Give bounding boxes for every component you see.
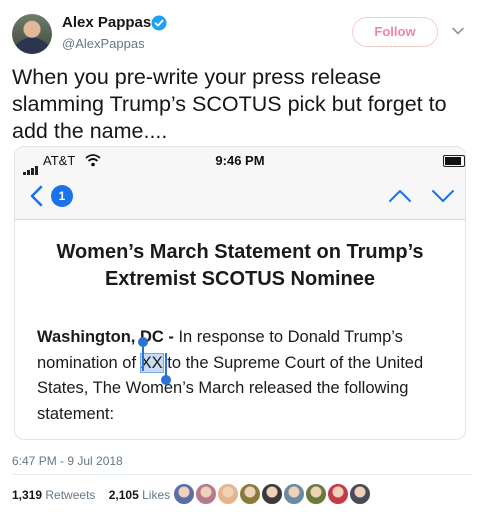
chevron-down-icon[interactable] bbox=[451, 24, 465, 38]
unread-count-badge[interactable]: 1 bbox=[51, 185, 73, 207]
chevron-up-icon[interactable] bbox=[388, 189, 412, 203]
tweet-text: When you pre-write your press release sl… bbox=[12, 65, 447, 143]
liker-avatar[interactable] bbox=[282, 482, 306, 506]
liker-avatar[interactable] bbox=[348, 482, 372, 506]
statement-body: Washington, DC - In response to Donald T… bbox=[37, 325, 457, 427]
battery-tip bbox=[465, 159, 466, 163]
liker-avatar[interactable] bbox=[326, 482, 350, 506]
follow-button[interactable]: Follow bbox=[352, 17, 438, 47]
body-line-2-start: nomination of bbox=[37, 353, 141, 372]
headline-line-2: Extremist SCOTUS Nominee bbox=[104, 268, 376, 290]
phone-clock: 9:46 PM bbox=[215, 153, 265, 168]
likes-label[interactable]: Likes bbox=[142, 488, 170, 502]
retweets-count[interactable]: 1,319 bbox=[12, 488, 42, 502]
liker-avatar[interactable] bbox=[194, 482, 218, 506]
liker-avatar[interactable] bbox=[216, 482, 240, 506]
chevron-down-icon[interactable] bbox=[431, 189, 455, 203]
mail-nav-bar: 1 bbox=[15, 175, 465, 220]
author-handle[interactable]: @AlexPappas bbox=[62, 36, 145, 51]
selection-handle-start-stem bbox=[142, 345, 144, 371]
liker-avatar[interactable] bbox=[238, 482, 262, 506]
body-line-4: statement: bbox=[37, 404, 115, 423]
verified-badge-icon bbox=[151, 15, 167, 31]
phone-status-bar: AT&T 9:46 PM bbox=[15, 147, 465, 175]
headline-line-1: Women’s March Statement on Trump’s bbox=[56, 241, 424, 263]
statement-headline: Women’s March Statement on Trump’s Extre… bbox=[15, 239, 465, 293]
liker-avatar[interactable] bbox=[304, 482, 328, 506]
divider bbox=[12, 474, 472, 475]
liker-avatar[interactable] bbox=[172, 482, 196, 506]
liker-avatar[interactable] bbox=[260, 482, 284, 506]
battery-icon bbox=[443, 155, 465, 167]
likes-count[interactable]: 2,105 bbox=[109, 488, 139, 502]
engagement-stats: 1,319 Retweets 2,105 Likes bbox=[12, 488, 170, 502]
body-line-2-end: to the Supreme Court of the United bbox=[162, 353, 424, 372]
body-line-3: States, The Women’s March released the f… bbox=[37, 379, 409, 397]
tweet-timestamp[interactable]: 6:47 PM - 9 Jul 2018 bbox=[12, 454, 123, 468]
dateline: Washington, DC - bbox=[37, 328, 174, 346]
author-name[interactable]: Alex Pappas bbox=[62, 14, 151, 31]
selection-handle-end[interactable] bbox=[161, 375, 171, 385]
retweets-label[interactable]: Retweets bbox=[45, 488, 95, 502]
back-chevron-icon[interactable] bbox=[29, 185, 43, 207]
tweet-media-image[interactable]: AT&T 9:46 PM 1 Women’s March Statement o… bbox=[14, 146, 466, 440]
author-avatar[interactable] bbox=[12, 14, 52, 54]
body-line-1: In response to Donald Trump’s bbox=[173, 328, 403, 346]
